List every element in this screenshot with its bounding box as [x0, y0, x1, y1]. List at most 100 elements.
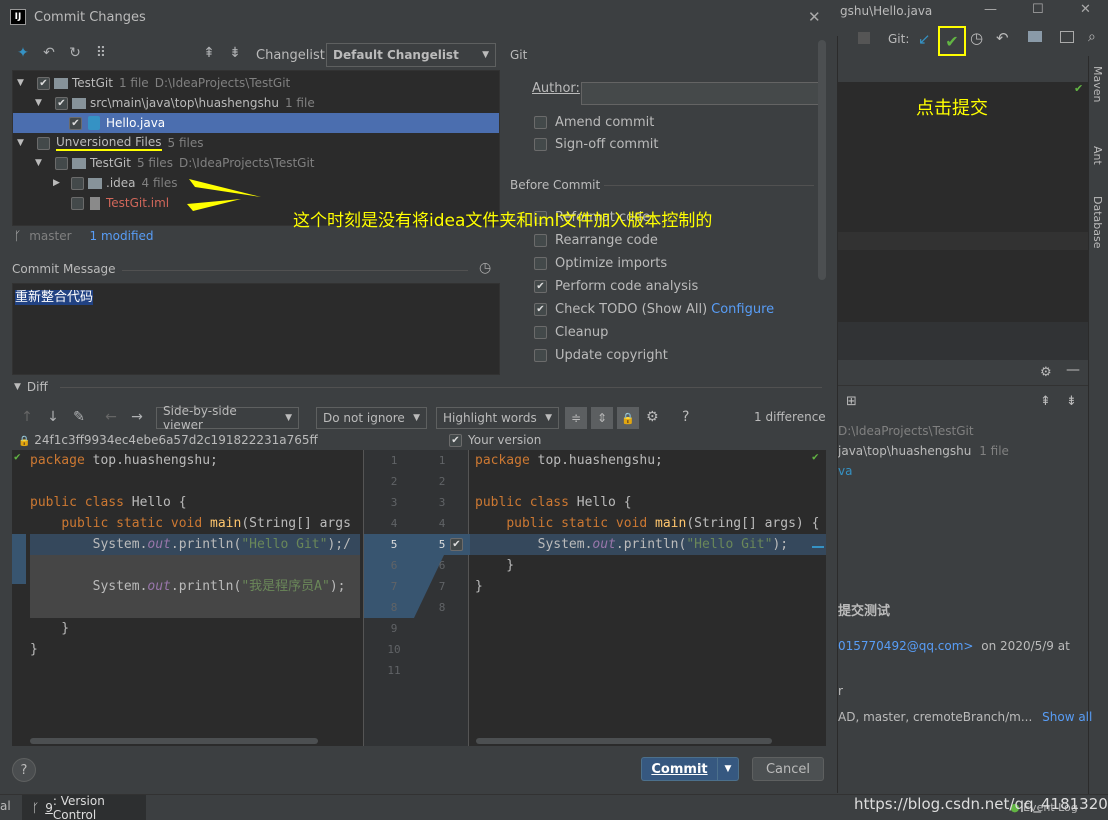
changelist-value: Default Changelist	[333, 48, 459, 62]
amend-option[interactable]: Amend commit	[534, 111, 654, 133]
left-hscrollbar[interactable]	[30, 738, 318, 744]
vc-file[interactable]: va	[838, 464, 852, 478]
tree-row-unversioned-root[interactable]: ▼ TestGit 5 files D:\IdeaProjects\TestGi…	[35, 153, 315, 173]
signoff-checkbox[interactable]	[534, 137, 547, 151]
collapse-arrow-icon[interactable]: ▼	[14, 382, 21, 392]
left-editor[interactable]: ✔ package top.huashengshu; public class …	[12, 450, 362, 746]
help-button[interactable]: ?	[12, 758, 36, 782]
dialog-close-icon[interactable]: ✕	[808, 8, 821, 26]
settings-icon[interactable]: ⚙	[1040, 365, 1052, 380]
message-history-icon[interactable]: ◷	[479, 260, 491, 276]
maximize-icon[interactable]: ☐	[1032, 2, 1044, 17]
root-checkbox[interactable]: ✔	[37, 76, 50, 90]
run-window-icon[interactable]	[1060, 31, 1074, 43]
cancel-button[interactable]: Cancel	[752, 757, 824, 781]
tree-row-idea[interactable]: ▶ .idea 4 files	[53, 173, 178, 193]
expand-arrow-icon[interactable]: ▼	[17, 78, 31, 88]
collapse-all-icon[interactable]: ⇟	[226, 44, 244, 62]
ignore-select[interactable]: Do not ignore ▼	[316, 407, 427, 429]
amend-checkbox[interactable]	[534, 115, 547, 129]
hide-icon[interactable]: —	[1066, 362, 1080, 378]
line-number: 5	[390, 538, 398, 551]
git-update-icon[interactable]: ↙	[918, 30, 931, 48]
diff-help-icon[interactable]: ?	[682, 409, 689, 425]
option-update-copyright[interactable]: Update copyright	[534, 344, 668, 366]
tool-ant[interactable]: Ant	[1091, 146, 1104, 165]
author-input[interactable]	[581, 82, 821, 105]
group-icon[interactable]: ⊞	[846, 394, 857, 409]
unversioned-checkbox[interactable]	[37, 136, 50, 150]
minimize-icon[interactable]: —	[984, 2, 997, 17]
expand-arrow-icon[interactable]: ▼	[35, 98, 49, 108]
tool-maven[interactable]: Maven	[1091, 66, 1104, 102]
iml-checkbox[interactable]	[71, 196, 84, 210]
right-hscrollbar[interactable]	[476, 738, 772, 744]
history-icon[interactable]: ◷	[970, 29, 983, 47]
prev-diff-icon[interactable]: ↑	[18, 408, 36, 426]
option-optimize-imports[interactable]: Optimize imports	[534, 252, 667, 274]
expand-all-icon[interactable]: ⇞	[200, 44, 218, 62]
expand-arrow-icon[interactable]: ▼	[35, 158, 49, 168]
include-change-checkbox[interactable]: ✔	[450, 538, 463, 551]
expand-arrow-icon[interactable]: ▼	[17, 138, 31, 148]
your-version-checkbox[interactable]: ✔	[449, 433, 462, 447]
right-editor[interactable]: ✔ package top.huashengshu; public class …	[470, 450, 826, 746]
lock-icon[interactable]: 🔒	[617, 407, 639, 429]
idea-checkbox[interactable]	[71, 176, 84, 190]
option-rearrange[interactable]: Rearrange code	[534, 229, 658, 251]
option-cleanup[interactable]: Cleanup	[534, 321, 608, 343]
diff-settings-icon[interactable]: ⚙	[646, 409, 659, 425]
git-commit-icon[interactable]: ✔	[938, 26, 966, 56]
edit-source-icon[interactable]: ✎	[70, 408, 88, 426]
refresh-icon[interactable]: ✦	[14, 44, 32, 62]
tree-row-unversioned[interactable]: ▼ Unversioned Files 5 files	[17, 133, 203, 153]
option-check-todo[interactable]: ✔ Check TODO (Show All) Configure	[534, 298, 774, 320]
tree-row-folder[interactable]: ▼ ✔ src\main\java\top\huashengshu 1 file	[35, 93, 315, 113]
options-scrollbar[interactable]	[818, 40, 826, 280]
analysis-checkbox[interactable]: ✔	[534, 279, 547, 293]
project-structure-icon[interactable]	[1028, 31, 1042, 42]
option-code-analysis[interactable]: ✔ Perform code analysis	[534, 275, 698, 297]
tree-row-iml[interactable]: TestGit.iml	[71, 193, 169, 213]
revert-icon[interactable]: ↶	[996, 29, 1009, 47]
folder-checkbox[interactable]: ✔	[55, 96, 68, 110]
viewer-select[interactable]: Side-by-side viewer ▼	[156, 404, 299, 432]
configure-link[interactable]: Configure	[711, 302, 774, 317]
optimize-checkbox[interactable]	[534, 256, 547, 270]
commit-options-dropdown[interactable]: ▼	[717, 757, 739, 781]
rearrange-checkbox[interactable]	[534, 233, 547, 247]
vc-email[interactable]: 015770492@qq.com>	[838, 639, 973, 653]
stop-icon[interactable]	[858, 32, 870, 44]
reload-icon[interactable]: ↻	[66, 44, 84, 62]
folder-label: src\main\java\top\huashengshu	[90, 96, 279, 110]
next-diff-icon[interactable]: ↓	[44, 408, 62, 426]
group-by-icon[interactable]: ⠿	[92, 44, 110, 62]
signoff-option[interactable]: Sign-off commit	[534, 133, 658, 155]
sync-scroll-icon[interactable]: ⇕	[591, 407, 613, 429]
search-icon[interactable]: ⌕	[1088, 29, 1096, 45]
expand-arrow-icon[interactable]: ▶	[53, 178, 67, 188]
cleanup-checkbox[interactable]	[534, 325, 547, 339]
diff-header[interactable]: ▼ Diff	[14, 380, 48, 394]
collapse-unchanged-icon[interactable]: ≑	[565, 407, 587, 429]
unv-root-checkbox[interactable]	[55, 156, 68, 170]
expand-all-icon[interactable]: ⇞	[1040, 394, 1051, 409]
hello-java-checkbox[interactable]: ✔	[69, 116, 82, 130]
commit-message-input[interactable]: 重新整合代码	[12, 283, 500, 375]
tree-row-root[interactable]: ▼ ✔ TestGit 1 file D:\IdeaProjects\TestG…	[17, 73, 290, 93]
commit-button[interactable]: Commit	[641, 757, 717, 781]
back-icon[interactable]: ←	[102, 408, 120, 426]
tree-row-hello-java[interactable]: ✔ Hello.java	[13, 113, 499, 133]
collapse-all-icon[interactable]: ⇟	[1066, 394, 1077, 409]
tool-database[interactable]: Database	[1091, 196, 1104, 249]
rollback-icon[interactable]: ↶	[40, 44, 58, 62]
vc-show-all-link[interactable]: Show all	[1042, 710, 1092, 724]
chevron-down-icon: ▼	[724, 764, 732, 774]
forward-icon[interactable]: →	[128, 408, 146, 426]
todo-checkbox[interactable]: ✔	[534, 302, 547, 316]
window-close-icon[interactable]: ✕	[1080, 2, 1091, 17]
copyright-checkbox[interactable]	[534, 348, 547, 362]
version-control-tab[interactable]: ᚴ 9 : Version Control	[22, 794, 146, 820]
changelist-select[interactable]: Default Changelist ▼	[326, 43, 496, 67]
highlight-select[interactable]: Highlight words ▼	[436, 407, 559, 429]
